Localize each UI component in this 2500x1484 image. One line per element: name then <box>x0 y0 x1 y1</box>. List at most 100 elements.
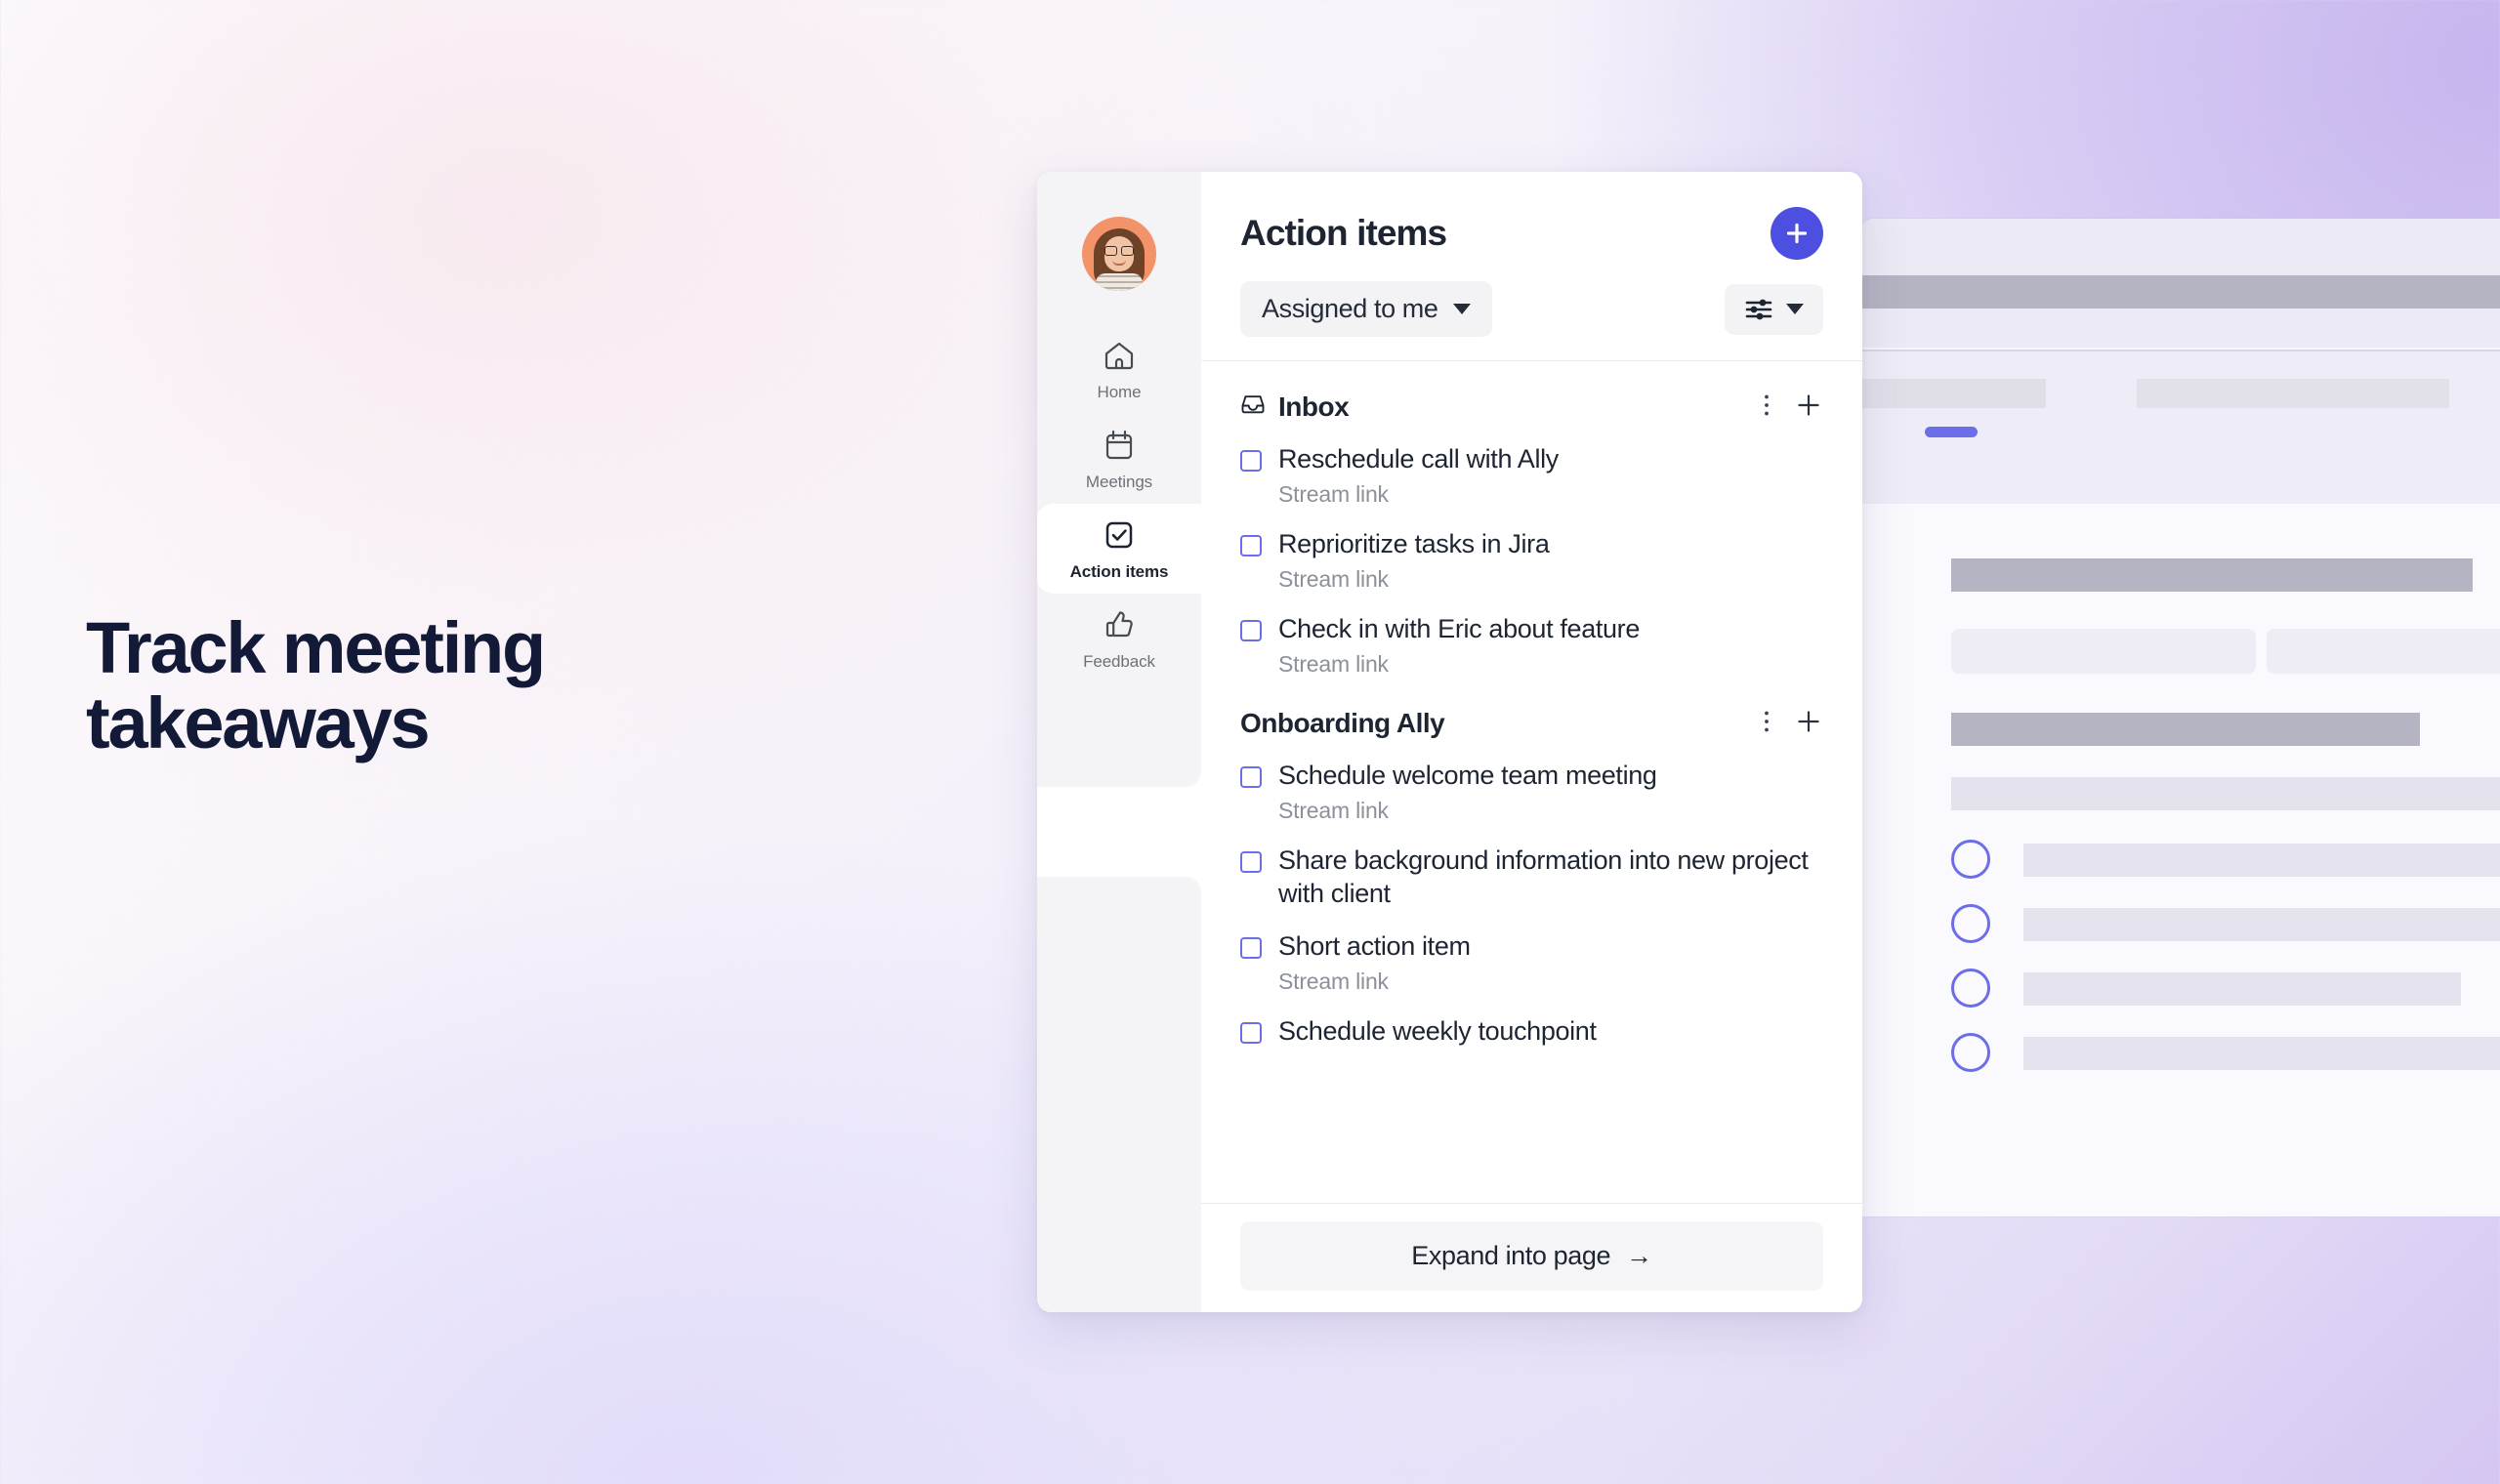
task-item[interactable]: Check in with Eric about feature Stream l… <box>1240 612 1823 678</box>
card-title: Action items <box>1240 213 1447 253</box>
skeleton-chip-right <box>2137 379 2449 408</box>
skeleton-row-bar <box>2023 972 2461 1006</box>
task-label: Reschedule call with Ally <box>1278 444 1559 474</box>
home-icon <box>1101 337 1138 374</box>
skeleton-pill-right <box>2267 629 2500 674</box>
avatar[interactable] <box>1082 217 1156 291</box>
plus-icon <box>1796 392 1821 421</box>
section-more-button[interactable] <box>1761 391 1772 423</box>
card-header: Action items Assigned to me <box>1201 172 1862 361</box>
expand-into-page-button[interactable]: Expand into page → <box>1240 1221 1823 1291</box>
skeleton-heading-bar <box>1951 558 2473 592</box>
task-checkbox[interactable] <box>1240 1022 1262 1045</box>
sidebar-item-label: Feedback <box>1083 651 1155 671</box>
task-stream-link[interactable]: Stream link <box>1278 566 1550 593</box>
background-preview-panel <box>1860 219 2500 1216</box>
section-title: Onboarding Ally <box>1240 707 1445 738</box>
sidebar-item-label: Meetings <box>1085 472 1153 491</box>
task-label: Schedule weekly touchpoint <box>1278 1016 1597 1047</box>
task-item[interactable]: Schedule welcome team meeting Stream link <box>1240 759 1823 824</box>
task-stream-link[interactable]: Stream link <box>1278 481 1559 508</box>
skeleton-accent-underline <box>1925 427 1978 437</box>
task-checkbox[interactable] <box>1240 851 1262 874</box>
page-title: Track meeting takeaways <box>86 607 546 763</box>
task-stream-link[interactable]: Stream link <box>1278 798 1657 824</box>
section-more-button[interactable] <box>1761 707 1772 739</box>
task-stream-link[interactable]: Stream link <box>1278 969 1471 995</box>
plus-icon <box>1786 223 1808 244</box>
task-item[interactable]: Reschedule call with Ally Stream link <box>1240 442 1823 508</box>
avatar-body <box>1096 273 1143 291</box>
task-checkbox[interactable] <box>1240 535 1262 557</box>
skeleton-row-bar <box>2023 1037 2500 1070</box>
sidebar-nav: Home Meetings Action items Feedback <box>1037 324 1201 683</box>
skeleton-text-bar <box>1951 777 2500 810</box>
skeleton-sub-bar <box>1860 309 2500 348</box>
skeleton-pill-left <box>1951 629 2256 674</box>
task-item[interactable]: Schedule weekly touchpoint <box>1240 1014 1823 1048</box>
sidebar-item-home[interactable]: Home <box>1037 324 1201 414</box>
skeleton-row <box>1951 1033 2500 1072</box>
sidebar-item-label: Home <box>1097 382 1142 401</box>
task-label: Reprioritize tasks in Jira <box>1278 529 1550 559</box>
task-checkbox[interactable] <box>1240 450 1262 472</box>
task-list[interactable]: Inbox Reschedule call with Ally Stream lin… <box>1201 361 1862 1203</box>
skeleton-chip-left <box>1860 379 2046 408</box>
plus-icon <box>1796 709 1821 737</box>
skeleton-dark-bar <box>1860 275 2500 309</box>
skeleton-row-bar <box>2023 844 2500 877</box>
sidebar-item-feedback[interactable]: Feedback <box>1037 594 1201 683</box>
task-label: Schedule welcome team meeting <box>1278 761 1657 791</box>
task-section: Inbox Reschedule call with Ally Stream lin… <box>1240 361 1823 678</box>
skeleton-row-bar <box>2023 908 2500 941</box>
card-footer: Expand into page → <box>1201 1203 1862 1312</box>
sort-filter-button[interactable] <box>1725 283 1823 335</box>
skeleton-row <box>1951 840 2500 879</box>
task-label: Short action item <box>1278 931 1471 962</box>
expand-label: Expand into page <box>1411 1241 1611 1270</box>
section-header: Onboarding Ally <box>1240 707 1823 739</box>
skeleton-subheading-bar <box>1951 713 2420 746</box>
task-item[interactable]: Reprioritize tasks in Jira Stream link <box>1240 527 1823 593</box>
calendar-icon <box>1101 427 1138 464</box>
sidebar-item-meetings[interactable]: Meetings <box>1037 414 1201 504</box>
task-item[interactable]: Share background information into new pr… <box>1240 844 1823 910</box>
thumbs-up-icon <box>1101 606 1138 643</box>
rail-background-bottom <box>1037 877 1201 1312</box>
task-section: Onboarding Ally Schedule welcome team mee… <box>1240 678 1823 1048</box>
sidebar-item-action-items[interactable]: Action items <box>1037 504 1201 594</box>
section-add-button[interactable] <box>1794 391 1823 423</box>
chevron-down-icon <box>1786 304 1804 314</box>
sliders-icon <box>1745 299 1772 319</box>
task-label: Share background information into new pr… <box>1278 845 1809 909</box>
inbox-tray-icon <box>1240 392 1266 422</box>
task-checkbox[interactable] <box>1240 620 1262 642</box>
task-label: Check in with Eric about feature <box>1278 614 1640 644</box>
assigned-filter-dropdown[interactable]: Assigned to me <box>1240 281 1492 337</box>
skeleton-circle-checkbox <box>1951 904 1990 943</box>
task-checkbox[interactable] <box>1240 766 1262 789</box>
section-header: Inbox <box>1240 391 1823 423</box>
task-checkbox[interactable] <box>1240 937 1262 960</box>
sidebar-rail: Home Meetings Action items Feedback <box>1037 172 1201 1312</box>
kebab-menu-icon <box>1763 392 1771 421</box>
skeleton-row <box>1951 969 2500 1008</box>
skeleton-circle-checkbox <box>1951 969 1990 1008</box>
task-stream-link[interactable]: Stream link <box>1278 651 1640 678</box>
section-title: Inbox <box>1278 391 1350 422</box>
kebab-menu-icon <box>1763 709 1771 737</box>
task-item[interactable]: Short action item Stream link <box>1240 929 1823 995</box>
assigned-filter-label: Assigned to me <box>1262 294 1438 323</box>
skeleton-topbar <box>1860 219 2500 275</box>
section-add-button[interactable] <box>1794 707 1823 739</box>
arrow-right-icon: → <box>1626 1241 1652 1270</box>
chevron-down-icon <box>1452 304 1471 314</box>
skeleton-row <box>1951 904 2500 943</box>
skeleton-circle-checkbox <box>1951 1033 1990 1072</box>
card-content: Action items Assigned to me Inbox Resche… <box>1201 172 1862 1312</box>
action-items-card: Home Meetings Action items Feedback Action … <box>1037 172 1862 1312</box>
add-action-item-button[interactable] <box>1771 207 1823 260</box>
avatar-glasses-icon <box>1104 246 1134 256</box>
checkbox-check-icon <box>1101 516 1138 554</box>
skeleton-circle-checkbox <box>1951 840 1990 879</box>
